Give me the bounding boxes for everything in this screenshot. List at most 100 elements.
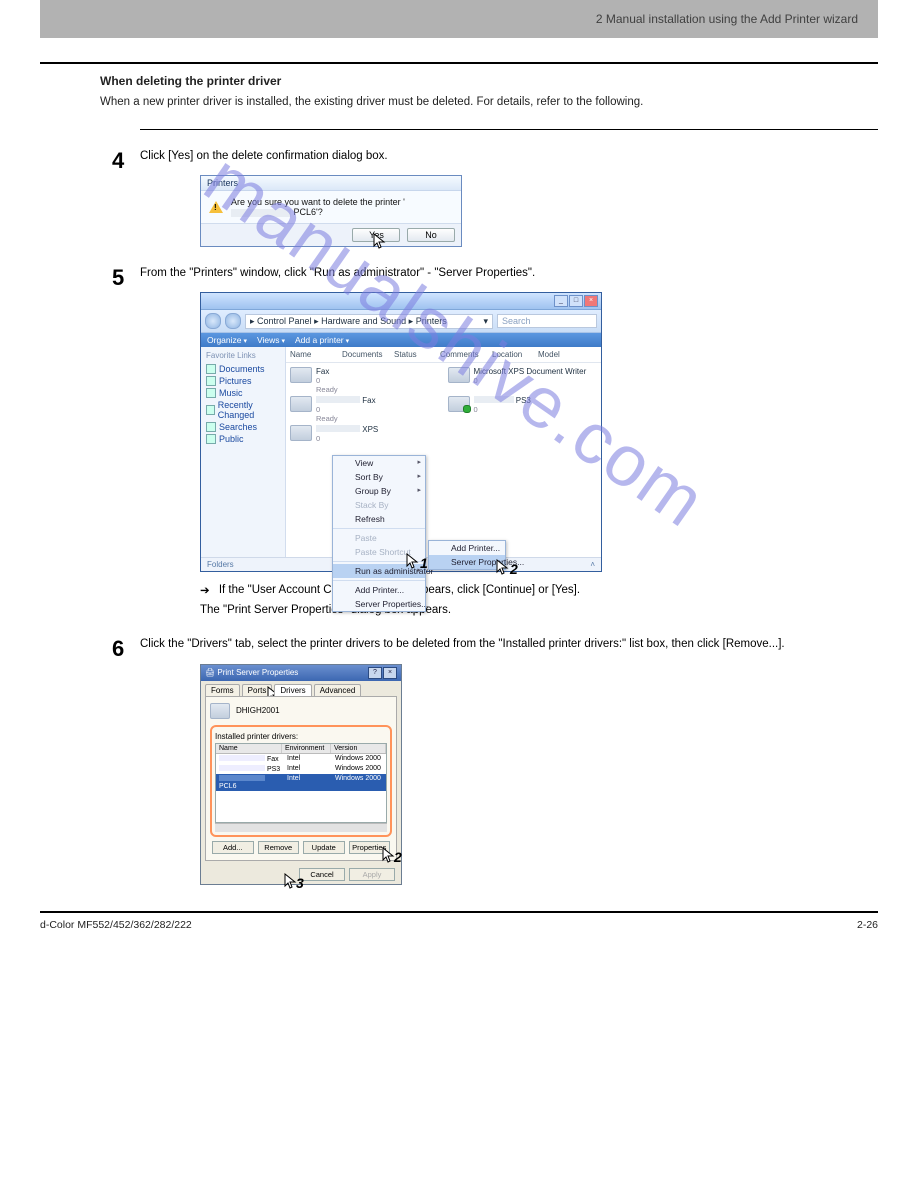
row-ver: Windows 2000 — [332, 764, 386, 774]
printer-item-xps2[interactable]: XPS0 — [290, 425, 440, 443]
folder-icon — [206, 388, 216, 398]
row-env: Intel — [284, 774, 332, 791]
sidebar-pictures[interactable]: Pictures — [206, 375, 280, 387]
close-button[interactable]: × — [584, 295, 598, 307]
printer-item-ps3[interactable]: PS30 — [448, 396, 598, 423]
no-button[interactable]: No — [407, 228, 455, 242]
sidebar-music[interactable]: Music — [206, 387, 280, 399]
printer-item-fax2[interactable]: Fax0Ready — [290, 396, 440, 423]
hdr-ver: Version — [331, 744, 386, 753]
menu-stackby[interactable]: Stack By — [333, 498, 425, 512]
folders-label[interactable]: Folders — [207, 560, 234, 569]
row-name: PCL6 — [219, 783, 237, 790]
column-headers[interactable]: Name Documents Status Comments Location … — [286, 347, 601, 363]
window-titlebar[interactable]: _ □ × — [201, 293, 601, 310]
toolbar-addprinter[interactable]: Add a printer — [295, 335, 349, 345]
printer-item-fax[interactable]: Fax0Ready — [290, 367, 440, 394]
sidebar-recent[interactable]: Recently Changed — [206, 399, 280, 421]
hdr-name: Name — [216, 744, 282, 753]
delete-driver-heading: When deleting the printer driver — [100, 74, 878, 88]
printer-icon — [448, 367, 470, 383]
minimize-button[interactable]: _ — [554, 295, 568, 307]
remove-button[interactable]: Remove — [258, 841, 300, 854]
redacted — [219, 765, 265, 771]
menu-view[interactable]: View — [333, 456, 425, 470]
sidebar-documents[interactable]: Documents — [206, 363, 280, 375]
driver-row-selected[interactable]: PCL6IntelWindows 2000 — [216, 774, 386, 791]
dialog-msg-prefix: Are you sure you want to delete the prin… — [231, 197, 405, 207]
printer-icon — [290, 425, 312, 441]
hdr-env: Environment — [282, 744, 331, 753]
menu-groupby[interactable]: Group By — [333, 484, 425, 498]
figure-explorer: _ □ × ▸ Control Panel ▸ Hardware and Sou… — [200, 292, 878, 572]
list-header: Name Environment Version — [216, 744, 386, 754]
menu-separator — [333, 580, 425, 581]
tab-advanced[interactable]: Advanced — [314, 684, 362, 696]
callout-1: 1 — [420, 555, 428, 571]
row-name: Fax — [267, 756, 279, 763]
printers-explorer-window: _ □ × ▸ Control Panel ▸ Hardware and Sou… — [200, 292, 602, 572]
printer-item-xps[interactable]: Microsoft XPS Document Writer0 — [448, 367, 598, 394]
sidebar-label: Recently Changed — [218, 400, 280, 420]
driver-row[interactable]: FaxIntelWindows 2000 — [216, 754, 386, 764]
crumb-controlpanel: Control Panel — [257, 316, 312, 326]
driver-row[interactable]: PS3 IntelWindows 2000 — [216, 764, 386, 774]
back-button[interactable] — [205, 313, 221, 329]
apply-button[interactable]: Apply — [349, 868, 395, 881]
folder-icon — [206, 434, 216, 444]
help-button[interactable]: ? — [368, 667, 382, 679]
list-scrollbar[interactable] — [215, 823, 387, 832]
tab-forms[interactable]: Forms — [205, 684, 240, 696]
sidebar-public[interactable]: Public — [206, 433, 280, 445]
callout-2: 2 — [510, 561, 518, 577]
submenu-addprinter[interactable]: Add Printer... — [429, 541, 505, 555]
update-button[interactable]: Update — [303, 841, 345, 854]
col-comments: Comments — [440, 350, 492, 359]
row-env: Intel — [284, 764, 332, 774]
maximize-button[interactable]: □ — [569, 295, 583, 307]
menu-paste[interactable]: Paste — [333, 531, 425, 545]
navigation-bar: ▸ Control Panel ▸ Hardware and Sound ▸ P… — [201, 310, 601, 333]
yes-button[interactable]: Yes — [352, 228, 400, 242]
close-button[interactable]: × — [383, 667, 397, 679]
printer-docs: 0 — [474, 405, 531, 414]
menu-serverprops[interactable]: Server Properties... — [333, 597, 425, 611]
installed-drivers-list[interactable]: Name Environment Version FaxIntelWindows… — [215, 743, 387, 823]
search-input[interactable]: Search — [497, 314, 597, 328]
sidebar-label: Music — [219, 388, 243, 398]
cancel-button[interactable]: Cancel — [299, 868, 345, 881]
printer-docs: 0 — [316, 376, 320, 385]
footer-product: d-Color MF552/452/362/282/222 — [40, 919, 192, 931]
menu-refresh[interactable]: Refresh — [333, 512, 425, 526]
row-name: PS3 — [267, 766, 280, 773]
row-ver: Windows 2000 — [332, 754, 386, 764]
menu-addprinter[interactable]: Add Printer... — [333, 583, 425, 597]
figure-delete-dialog: Printers Are you sure you want to delete… — [200, 175, 878, 247]
psp-highlight-frame: Installed printer drivers: Name Environm… — [210, 725, 392, 837]
redacted — [316, 396, 360, 403]
delete-confirm-dialog: Printers Are you sure you want to delete… — [200, 175, 462, 247]
add-button[interactable]: Add... — [212, 841, 254, 854]
step-text: Click [Yes] on the delete confirmation d… — [140, 148, 878, 165]
sidebar-searches[interactable]: Searches — [206, 421, 280, 433]
toolbar-views[interactable]: Views — [257, 335, 285, 345]
psp-buttons: Add... Remove Update Properties — [212, 841, 390, 854]
menu-sortby[interactable]: Sort By — [333, 470, 425, 484]
forward-button[interactable] — [225, 313, 241, 329]
arrow-icon: ➔ — [200, 583, 210, 599]
submenu-serverprops[interactable]: Server Properties... — [429, 555, 505, 569]
context-submenu: Add Printer... Server Properties... — [428, 540, 506, 570]
psp-titlebar[interactable]: 🖨 Print Server Properties ?× — [201, 665, 401, 681]
figure-server-properties: 🖨 Print Server Properties ?× Forms Ports… — [200, 664, 878, 885]
folder-icon — [206, 422, 216, 432]
folder-icon — [206, 364, 216, 374]
step-6: 6 Click the "Drivers" tab, select the pr… — [140, 636, 878, 653]
printer-name: Microsoft XPS Document Writer — [474, 367, 587, 376]
tab-drivers[interactable]: Drivers — [274, 684, 311, 696]
chevron-up-icon[interactable]: ˄ — [590, 560, 595, 569]
dialog-message: Are you sure you want to delete the prin… — [231, 197, 453, 217]
breadcrumb[interactable]: ▸ Control Panel ▸ Hardware and Sound ▸ P… — [245, 314, 493, 329]
redacted — [219, 775, 265, 781]
folder-icon — [206, 376, 216, 386]
toolbar-organize[interactable]: Organize — [207, 335, 247, 345]
